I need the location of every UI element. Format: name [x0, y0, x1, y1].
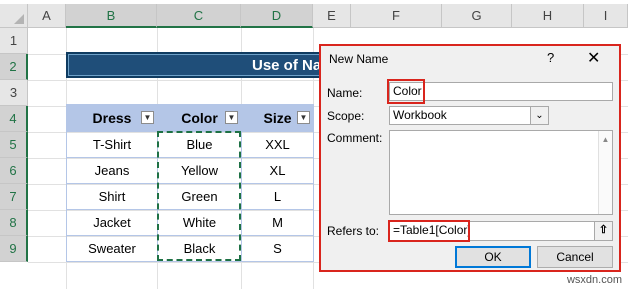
table-row: Jeans Yellow XL: [66, 157, 314, 184]
scrollbar[interactable]: ▲: [598, 131, 612, 214]
column-header-e[interactable]: E: [313, 4, 351, 28]
scope-select-value: Workbook: [393, 108, 447, 122]
row-header-9[interactable]: 9: [0, 236, 28, 262]
scope-select[interactable]: Workbook ⌄: [389, 106, 549, 125]
refers-to-highlight-box: [388, 220, 470, 242]
row-header-3[interactable]: 3: [0, 80, 28, 106]
table-cell[interactable]: XL: [241, 157, 314, 184]
table-row: T-Shirt Blue XXL: [66, 131, 314, 158]
table-row: Sweater Black S: [66, 235, 314, 262]
column-header-a[interactable]: A: [28, 4, 66, 28]
table-cell[interactable]: Yellow: [157, 157, 242, 184]
table-cell[interactable]: Sweater: [66, 235, 158, 262]
column-header-f[interactable]: F: [351, 4, 442, 28]
row-header-6[interactable]: 6: [0, 158, 28, 184]
column-header-d[interactable]: D: [241, 4, 313, 28]
header-label: Color: [181, 110, 218, 126]
table-row: Jacket White M: [66, 209, 314, 236]
dialog-title: New Name: [329, 52, 389, 66]
table-cell[interactable]: Shirt: [66, 183, 158, 210]
column-header-c[interactable]: C: [157, 4, 241, 28]
comment-textarea[interactable]: ▲: [389, 130, 613, 215]
sheet-title-text: Use of Na: [252, 57, 322, 74]
comment-label: Comment:: [327, 131, 383, 145]
new-name-dialog: New Name ? ✕ Name: Color Scope: Workbook…: [319, 44, 621, 272]
table-cell[interactable]: Jeans: [66, 157, 158, 184]
header-color[interactable]: Color ▼: [157, 104, 242, 132]
column-header-h[interactable]: H: [512, 4, 584, 28]
cancel-button[interactable]: Cancel: [537, 246, 613, 268]
header-dress[interactable]: Dress ▼: [66, 104, 158, 132]
table-cell[interactable]: T-Shirt: [66, 131, 158, 158]
column-header-b[interactable]: B: [66, 4, 157, 28]
spreadsheet: A B C D E F G H I 1 2 3 4 5 6 7 8 9 Use …: [0, 0, 628, 289]
table-cell[interactable]: White: [157, 209, 242, 236]
header-size[interactable]: Size ▼: [241, 104, 314, 132]
refers-to-label: Refers to:: [327, 224, 380, 238]
table-cell[interactable]: S: [241, 235, 314, 262]
row-header-8[interactable]: 8: [0, 210, 28, 236]
table-header-row: Dress ▼ Color ▼ Size ▼: [66, 104, 314, 132]
table-cell[interactable]: Black: [157, 235, 242, 262]
name-label: Name:: [327, 86, 363, 100]
header-label: Dress: [92, 110, 132, 126]
filter-dropdown-icon[interactable]: ▼: [297, 111, 310, 124]
column-header-i[interactable]: I: [584, 4, 628, 28]
row-header-5[interactable]: 5: [0, 132, 28, 158]
name-highlight-box: [387, 79, 425, 104]
table-cell[interactable]: L: [241, 183, 314, 210]
header-label: Size: [263, 110, 292, 126]
table-cell[interactable]: M: [241, 209, 314, 236]
select-all-corner[interactable]: [0, 4, 28, 28]
scope-label: Scope:: [327, 109, 365, 123]
row-header-1[interactable]: 1: [0, 28, 28, 54]
filter-dropdown-icon[interactable]: ▼: [225, 111, 238, 124]
row-header-4[interactable]: 4: [0, 106, 28, 132]
table-cell[interactable]: XXL: [241, 131, 314, 158]
ok-button[interactable]: OK: [455, 246, 531, 268]
row-header-7[interactable]: 7: [0, 184, 28, 210]
filter-dropdown-icon[interactable]: ▼: [141, 111, 154, 124]
close-icon[interactable]: ✕: [587, 48, 600, 68]
sheet-title-banner[interactable]: Use of Na: [66, 52, 326, 78]
table-cell[interactable]: Green: [157, 183, 242, 210]
table-cell[interactable]: Jacket: [66, 209, 158, 236]
row-header-2[interactable]: 2: [0, 54, 28, 80]
collapse-dialog-icon[interactable]: ⇧: [594, 222, 612, 240]
watermark: wsxdn.com: [566, 274, 622, 286]
data-table: Dress ▼ Color ▼ Size ▼ T-Shirt Blue XXL Jea…: [66, 104, 314, 262]
column-header-g[interactable]: G: [442, 4, 512, 28]
help-icon[interactable]: ?: [547, 50, 554, 65]
table-row: Shirt Green L: [66, 183, 314, 210]
table-cell[interactable]: Blue: [157, 131, 242, 158]
chevron-down-icon[interactable]: ⌄: [530, 107, 548, 124]
